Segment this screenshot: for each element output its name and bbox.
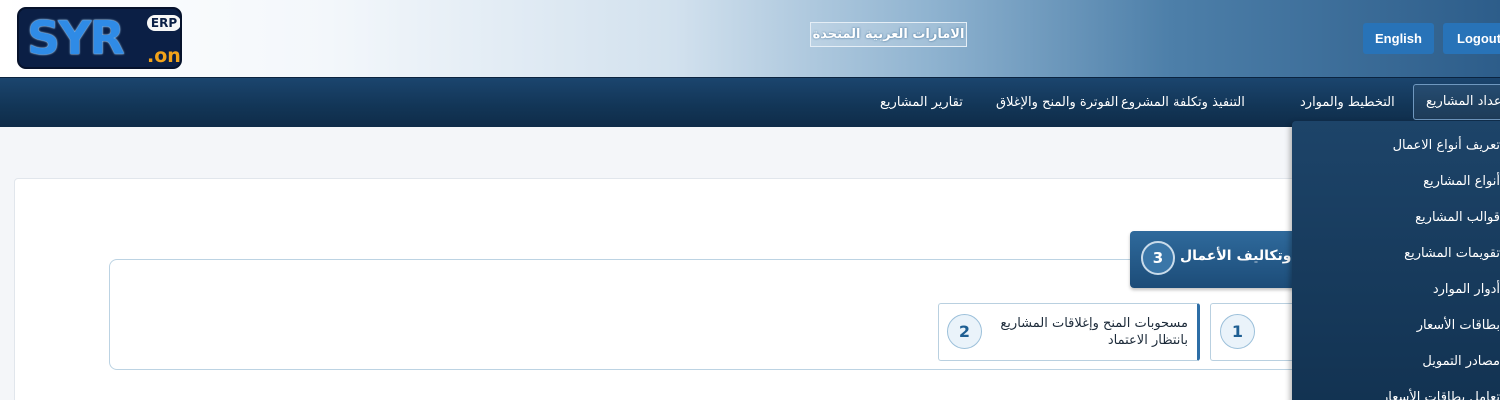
menu-item-resource-roles[interactable]: أدوار الموارد (1300, 272, 1500, 308)
country-label: الامارات العربية المتحدة (810, 22, 967, 47)
logout-button[interactable]: Logout (1443, 23, 1500, 54)
step-number-3: 3 (1141, 241, 1175, 275)
menu-item-funding-sources[interactable]: مصادر التمويل (1300, 344, 1500, 380)
logo-suffix: .one (147, 45, 181, 67)
step-number-1: 1 (1220, 314, 1255, 349)
menu-item-price-card-transactions[interactable]: تعامل بطاقات الأسعار (1300, 380, 1500, 400)
logo[interactable]: SYR ERP .one (17, 7, 182, 69)
step-3-label: وتكاليف الأعمال (1180, 248, 1292, 264)
nav-item-billing-grants-closing[interactable]: الفوترة والمنح والإغلاق (996, 78, 1118, 128)
step-2-label: مسحوبات المنح وإغلاقات المشاريع بانتظار … (1000, 316, 1188, 348)
menu-item-project-calendars[interactable]: تقويمات المشاريع (1300, 236, 1500, 272)
menu-item-project-types[interactable]: أنواع المشاريع (1300, 164, 1500, 200)
step-number-2: 2 (947, 314, 982, 349)
nav-item-project-setup[interactable]: إعداد المشاريع (1413, 84, 1500, 120)
nav-item-execution-cost[interactable]: التنفيذ وتكلفة المشروع (1121, 78, 1245, 128)
english-language-button[interactable]: English (1363, 23, 1434, 54)
nav-item-project-reports[interactable]: تقارير المشاريع (880, 78, 963, 128)
main-nav: إعداد المشاريع التخطيط والموارد التنفيذ … (0, 77, 1500, 127)
menu-item-work-types[interactable]: تعريف أنواع الاعمال (1300, 128, 1500, 164)
logo-badge: ERP (147, 15, 180, 31)
logo-main-text: SYR (27, 11, 125, 65)
menu-item-project-templates[interactable]: قوالب المشاريع (1300, 200, 1500, 236)
app-header: SYR ERP .one الامارات العربية المتحدة En… (0, 0, 1500, 77)
menu-item-price-cards[interactable]: بطاقات الأسعار (1300, 308, 1500, 344)
